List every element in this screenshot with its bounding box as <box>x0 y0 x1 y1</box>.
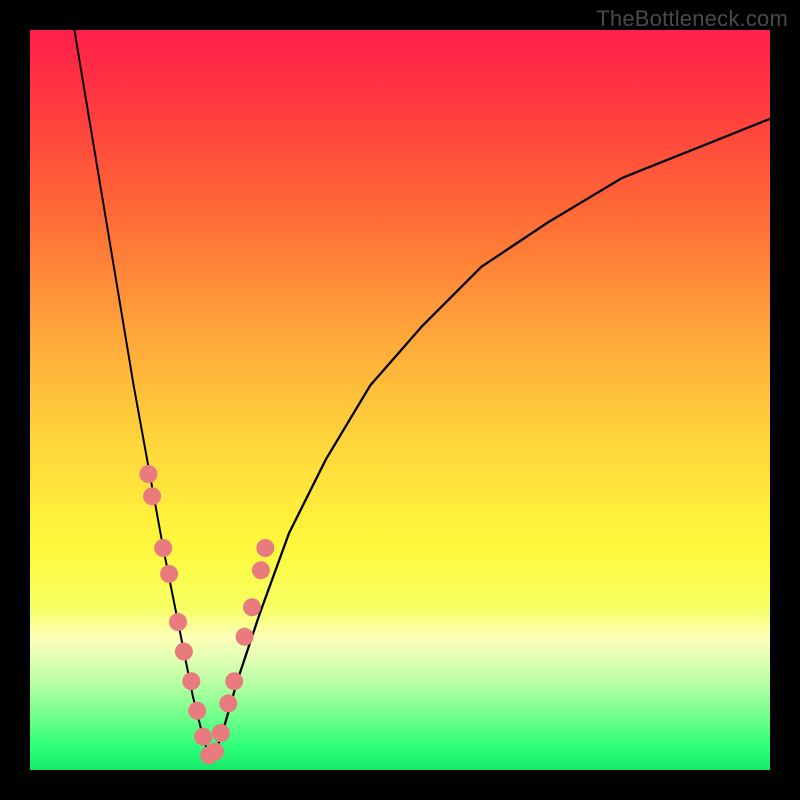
chart-frame: TheBottleneck.com <box>0 0 800 800</box>
marker-point <box>169 613 187 631</box>
bottleneck-curve-svg <box>30 30 770 770</box>
marker-point <box>225 672 243 690</box>
marker-point <box>243 598 261 616</box>
marker-point <box>188 702 206 720</box>
marker-point <box>143 487 161 505</box>
marker-point <box>206 743 224 761</box>
highlighted-markers <box>139 465 274 764</box>
marker-point <box>194 728 212 746</box>
marker-point <box>139 465 157 483</box>
curve-right-branch <box>211 119 770 763</box>
marker-point <box>175 643 193 661</box>
marker-point <box>236 628 254 646</box>
watermark-label: TheBottleneck.com <box>596 6 788 32</box>
marker-point <box>182 672 200 690</box>
marker-point <box>219 694 237 712</box>
marker-point <box>154 539 172 557</box>
marker-point <box>212 724 230 742</box>
marker-point <box>160 565 178 583</box>
plot-area <box>30 30 770 770</box>
marker-point <box>252 561 270 579</box>
marker-point <box>256 539 274 557</box>
